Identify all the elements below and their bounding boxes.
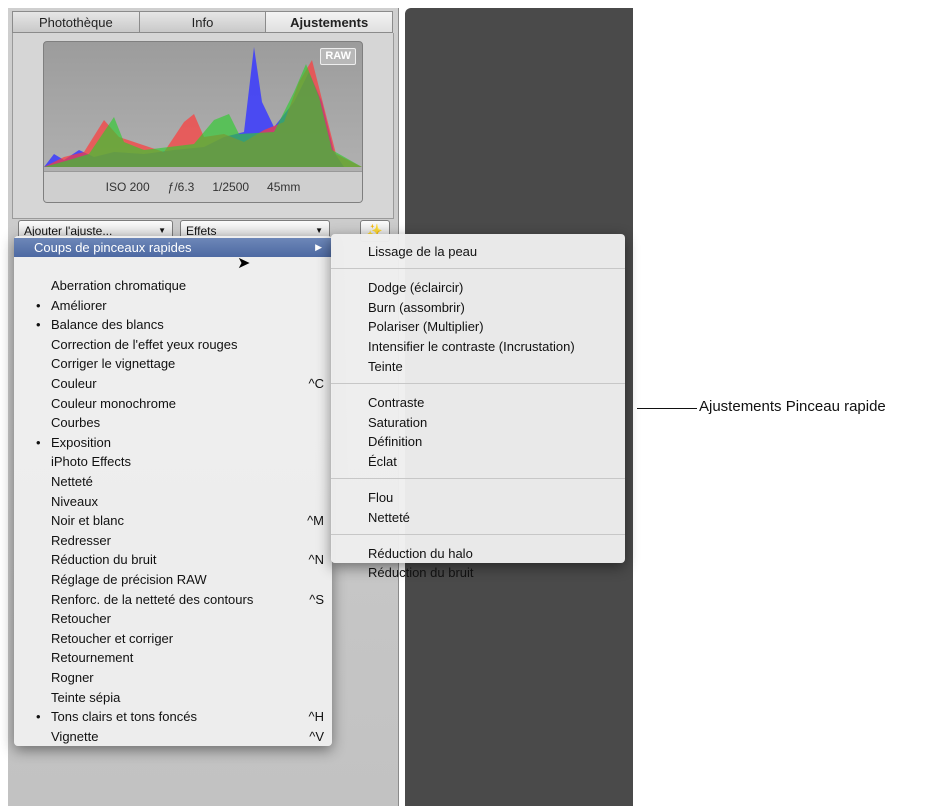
aperture-value: ƒ/6.3 (167, 180, 195, 194)
submenu-item[interactable]: Polariser (Multiplier) (368, 317, 484, 336)
menu-item[interactable]: Réglage de précision RAW (14, 570, 332, 589)
submenu-item[interactable]: Teinte (368, 357, 403, 376)
menu-item-label: Vignette (51, 728, 99, 744)
menu-item[interactable]: Teinte sépia (14, 688, 332, 707)
menu-item-label: Retoucher et corriger (51, 630, 174, 646)
menu-item[interactable]: • Balance des blancs (14, 315, 332, 334)
pointer-cursor-icon: ➤ (237, 255, 251, 272)
menu-item[interactable]: Couleur ^C (14, 374, 332, 393)
menu-item-shortcut: ^C (308, 376, 325, 391)
menu-item-label: Corriger le vignettage (51, 356, 176, 372)
menu-item[interactable]: Renforc. de la netteté des contours ^S (14, 590, 332, 609)
submenu-item[interactable]: Réduction du halo (368, 544, 473, 563)
menu-item-label: Renforc. de la netteté des contours (51, 591, 254, 607)
menu-item-shortcut: ^S (309, 591, 324, 607)
quick-brushes-submenu: Lissage de la peau Dodge (éclaircir) Burn … (331, 234, 625, 580)
menu-item-label: Balance des blancs (51, 317, 164, 333)
callout-line (637, 408, 697, 409)
menu-item[interactable]: • Tons clairs et tons foncés ^H (14, 707, 332, 726)
submenu-item[interactable]: Burn (assombrir) (368, 298, 465, 317)
shutter-value: 1/2500 (212, 180, 250, 194)
bullet-mark: • (36, 434, 41, 450)
menu-item[interactable]: Netteté (14, 472, 332, 491)
menu-item-quick-brushes[interactable]: Coups de pinceaux rapides ▶ (14, 238, 332, 257)
menu-item[interactable]: Retoucher et corriger (14, 629, 332, 648)
submenu-item[interactable]: Lissage de la peau (368, 242, 477, 261)
menu-item[interactable]: Corriger le vignettage (14, 354, 332, 373)
submenu-item[interactable]: Éclat (368, 452, 397, 471)
menu-item-shortcut: ^H (308, 709, 325, 725)
menu-item-shortcut: ^V (309, 728, 324, 744)
submenu-item[interactable]: Saturation (368, 413, 427, 432)
menu-item-label: Rogner (51, 670, 94, 685)
menu-item-label: Améliorer (51, 297, 107, 313)
histogram: RAW ISO 200 ƒ/6.3 1/2500 45mm (43, 41, 363, 203)
submenu-item[interactable]: Réduction du bruit (368, 563, 474, 582)
menu-item-label: Teinte sépia (51, 689, 121, 705)
tab-info[interactable]: Info (138, 11, 267, 33)
submenu-item[interactable]: Définition (368, 432, 422, 451)
iso-value: ISO 200 (105, 180, 150, 194)
menu-item-label: Retoucher (51, 611, 111, 627)
menu-item[interactable]: Couleur monochrome (14, 394, 332, 413)
callout-label: Ajustements Pinceau rapide (699, 398, 886, 415)
menu-item[interactable]: iPhoto Effects (14, 452, 332, 471)
menu-item-label: Netteté (51, 474, 93, 489)
bullet-mark: • (36, 317, 41, 333)
menu-item[interactable]: Vignette ^V (14, 727, 332, 746)
menu-item[interactable]: Courbes (14, 413, 332, 432)
menu-item-label: Couleur monochrome (51, 395, 177, 411)
menu-item[interactable]: Niveaux (14, 492, 332, 511)
raw-badge: RAW (320, 48, 356, 65)
menu-item-label: Coups de pinceaux rapides (34, 240, 192, 255)
menu-item-label: Courbes (51, 415, 101, 431)
submenu-item[interactable]: Contraste (368, 393, 424, 412)
inspector-tabs: Photothèque Info Ajustements (12, 11, 394, 33)
menu-separator (331, 533, 625, 535)
menu-item-label: Noir et blanc (51, 513, 124, 529)
menu-item[interactable]: • Améliorer (14, 296, 332, 315)
menu-item-label: Retournement (51, 650, 134, 666)
histogram-graph (44, 47, 362, 167)
menu-separator (331, 382, 625, 384)
menu-item[interactable]: Correction de l'effet yeux rouges (14, 335, 332, 354)
menu-item-label: Correction de l'effet yeux rouges (51, 336, 238, 352)
exif-bar: ISO 200 ƒ/6.3 1/2500 45mm (44, 171, 362, 202)
menu-item-label: Aberration chromatique (51, 278, 187, 293)
menu-item[interactable]: Rogner (14, 668, 332, 687)
menu-item[interactable]: Noir et blanc ^M (14, 511, 332, 530)
menu-separator (331, 478, 625, 479)
menu-separator (331, 267, 625, 269)
menu-item-label: Redresser (51, 532, 111, 548)
menu-item-label: Exposition (51, 434, 111, 450)
submenu-item[interactable]: Dodge (éclaircir) (368, 278, 463, 297)
submenu-item[interactable]: Intensifier le contraste (Incrustation) (368, 337, 575, 356)
menu-item-label: Couleur (51, 376, 97, 391)
menu-item[interactable]: Redresser (14, 531, 332, 550)
menu-item[interactable]: Aberration chromatique (14, 276, 332, 295)
menu-item-shortcut: ^N (308, 552, 325, 568)
submenu-arrow-icon: ▶ (315, 242, 322, 252)
submenu-item[interactable]: Flou (368, 488, 393, 507)
menu-item-label: Réduction du bruit (51, 552, 157, 568)
submenu-item[interactable]: Netteté (368, 508, 410, 527)
bullet-mark: • (36, 297, 41, 313)
menu-item-label: Tons clairs et tons foncés (51, 709, 197, 725)
bullet-mark: • (36, 709, 41, 725)
focal-value: 45mm (267, 180, 301, 194)
histogram-panel: RAW ISO 200 ƒ/6.3 1/2500 45mm (12, 33, 394, 219)
menu-item[interactable]: Retournement (14, 648, 332, 667)
tab-adjustments[interactable]: Ajustements (265, 11, 394, 33)
menu-item[interactable]: Retoucher (14, 609, 332, 628)
adjustments-menu: Coups de pinceaux rapides ▶ Aberration c… (14, 236, 332, 746)
menu-item-label: Niveaux (51, 493, 98, 509)
menu-item[interactable]: • Exposition (14, 433, 332, 452)
tab-library[interactable]: Photothèque (12, 11, 140, 33)
menu-item-shortcut: ^M (307, 513, 324, 529)
menu-item[interactable]: Réduction du bruit ^N (14, 550, 332, 569)
menu-item-label: Réglage de précision RAW (51, 572, 207, 587)
menu-item-label: iPhoto Effects (51, 454, 131, 470)
